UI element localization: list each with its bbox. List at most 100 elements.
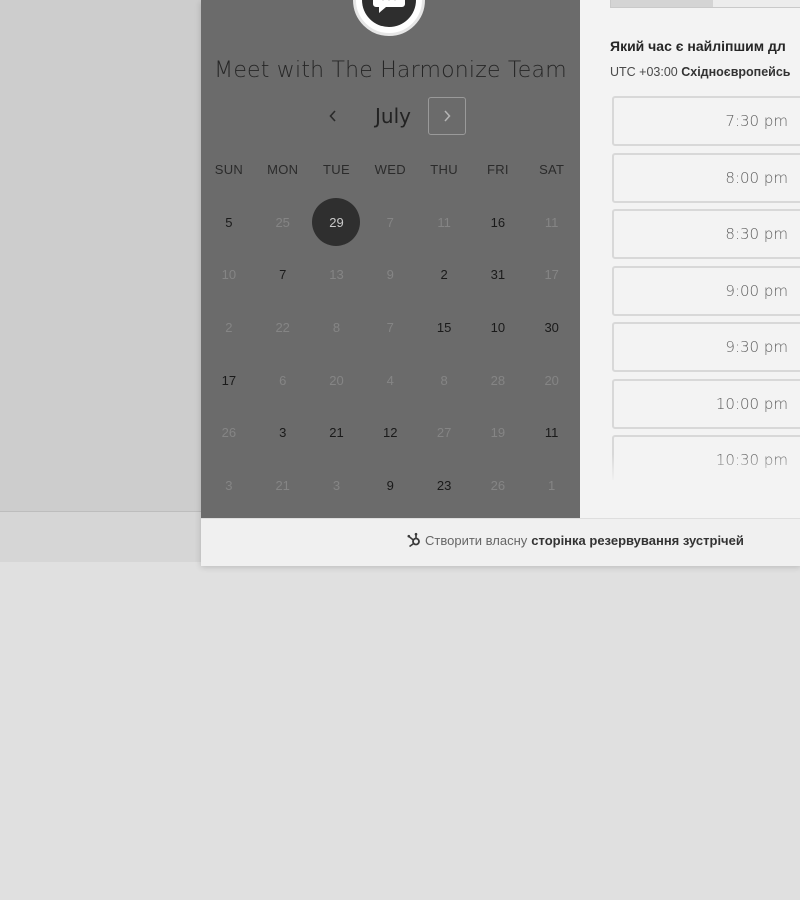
available-day-cell[interactable]: 21 <box>310 406 364 459</box>
create-booking-page-link[interactable]: Створити власну сторінка резервування зу… <box>406 532 744 548</box>
chevron-left-icon <box>329 110 336 122</box>
day-number: 9 <box>386 267 394 283</box>
available-day-cell[interactable]: 31 <box>471 249 525 302</box>
unavailable-day-cell: 3 <box>310 459 364 512</box>
unavailable-day-cell: 21 <box>256 459 310 512</box>
day-number: 10 <box>221 267 237 283</box>
previous-month-button[interactable] <box>319 100 347 132</box>
available-day-cell[interactable]: 5 <box>202 196 256 249</box>
weekday-label: TUE <box>323 162 350 177</box>
available-day-cell[interactable]: 15 <box>417 301 471 354</box>
calendar-week-row: 10 7 13 9 2 31 17 <box>202 249 579 302</box>
day-number: 21 <box>329 425 344 441</box>
day-number: 19 <box>490 425 506 441</box>
next-month-button[interactable] <box>428 97 466 135</box>
unavailable-day-cell: 20 <box>310 354 364 407</box>
selected-day-cell[interactable]: 29 <box>310 196 364 249</box>
available-day-cell[interactable]: 16 <box>471 196 525 249</box>
available-day-cell[interactable]: 30 <box>525 301 579 354</box>
scheduler-title: Meet with The Harmonize Team <box>214 58 567 83</box>
day-number: 29 <box>312 198 361 247</box>
day-number: 31 <box>490 267 506 283</box>
time-slot-button[interactable]: 9:30 pm <box>612 322 800 372</box>
day-number: 23 <box>436 477 452 493</box>
chevron-right-icon <box>444 110 451 122</box>
timezone-name: Східноєвропейсь <box>681 65 791 79</box>
time-slot-list: 7:30 pm 8:00 pm 8:30 pm 9:00 pm 9:30 pm 10:00… <box>612 96 800 480</box>
time-slot-label: 8:00 pm <box>725 168 788 187</box>
day-number: 3 <box>279 425 287 441</box>
available-day-cell[interactable]: 11 <box>525 406 579 459</box>
time-question-heading: Який час є найліпшим дл <box>610 38 786 54</box>
day-number: 28 <box>490 372 506 388</box>
day-number: 21 <box>275 477 290 493</box>
slot-list-fade <box>612 454 800 480</box>
day-number: 11 <box>544 214 559 230</box>
unavailable-day-cell: 8 <box>417 354 471 407</box>
day-number: 17 <box>221 372 237 388</box>
unavailable-day-cell: 22 <box>256 301 310 354</box>
day-number: 20 <box>329 372 344 388</box>
tab-bar <box>610 0 800 8</box>
day-number: 1 <box>548 477 556 493</box>
page-background-strip <box>0 512 202 562</box>
available-day-cell[interactable]: 10 <box>471 301 525 354</box>
footer-prefix: Створити власну <box>425 532 528 548</box>
tab-inactive[interactable] <box>713 0 800 7</box>
calendar-week-row: 5 25 29 7 11 16 11 <box>202 196 579 249</box>
day-number: 4 <box>386 372 394 388</box>
time-selection-panel: Який час є найліпшим дл UTC +03:00 Східн… <box>580 0 800 518</box>
calendar-week-row: 3 21 3 9 23 26 1 <box>202 459 579 512</box>
day-number: 2 <box>225 319 233 335</box>
avatar <box>353 0 425 36</box>
time-slot-label: 10:00 pm <box>715 394 788 413</box>
day-number: 9 <box>386 477 394 493</box>
unavailable-day-cell: 17 <box>525 249 579 302</box>
calendar-week-row: 2 22 8 7 15 10 30 <box>202 301 579 354</box>
unavailable-day-cell: 10 <box>202 249 256 302</box>
unavailable-day-cell: 7 <box>363 196 417 249</box>
day-number: 10 <box>490 319 506 335</box>
available-day-cell[interactable]: 2 <box>417 249 471 302</box>
widget-footer: Створити власну сторінка резервування зу… <box>201 518 800 566</box>
time-slot-button[interactable]: 10:00 pm <box>612 378 800 429</box>
unavailable-day-cell: 13 <box>310 249 364 302</box>
available-day-cell[interactable]: 12 <box>363 406 417 459</box>
available-day-cell[interactable]: 3 <box>256 406 310 459</box>
time-slot-label: 9:30 pm <box>725 338 788 356</box>
unavailable-day-cell: 26 <box>202 406 256 459</box>
calendar-week-row: 17 6 20 4 8 28 20 <box>202 354 579 407</box>
available-day-cell[interactable]: 17 <box>202 354 256 407</box>
day-number: 7 <box>386 214 394 230</box>
day-number: 27 <box>436 425 452 441</box>
available-day-cell[interactable]: 23 <box>417 459 471 512</box>
day-number: 25 <box>275 214 290 230</box>
available-day-cell[interactable]: 9 <box>363 459 417 512</box>
calendar-week-row: 26 3 21 12 27 19 11 <box>202 406 579 459</box>
day-number: 11 <box>544 425 559 441</box>
day-number: 26 <box>221 425 237 441</box>
unavailable-day-cell: 6 <box>256 354 310 407</box>
day-number: 7 <box>386 319 394 335</box>
time-slot-button[interactable]: 8:30 pm <box>612 209 800 259</box>
unavailable-day-cell: 26 <box>471 459 525 512</box>
time-slot-label: 8:30 pm <box>725 225 788 243</box>
unavailable-day-cell: 2 <box>202 301 256 354</box>
day-number: 12 <box>383 425 398 441</box>
meeting-scheduler-widget: Meet with The Harmonize Team July SUN MON… <box>201 0 800 566</box>
time-slot-button[interactable]: 9:00 pm <box>612 265 800 316</box>
footer-link-text: сторінка резервування зустрічей <box>531 532 744 548</box>
timezone-selector[interactable]: UTC +03:00 Східноєвропейсь <box>610 65 791 79</box>
available-day-cell[interactable]: 7 <box>256 249 310 302</box>
unavailable-day-cell: 4 <box>363 354 417 407</box>
day-number: 5 <box>225 214 233 230</box>
day-number: 20 <box>544 372 559 388</box>
day-number: 15 <box>436 319 452 335</box>
unavailable-day-cell: 11 <box>417 196 471 249</box>
weekday-label: FRI <box>486 162 509 177</box>
day-number: 16 <box>490 214 506 230</box>
time-slot-button[interactable]: 8:00 pm <box>612 152 800 203</box>
time-slot-button[interactable]: 7:30 pm <box>612 96 800 146</box>
day-number: 30 <box>544 319 559 335</box>
tab-active[interactable] <box>611 0 713 7</box>
